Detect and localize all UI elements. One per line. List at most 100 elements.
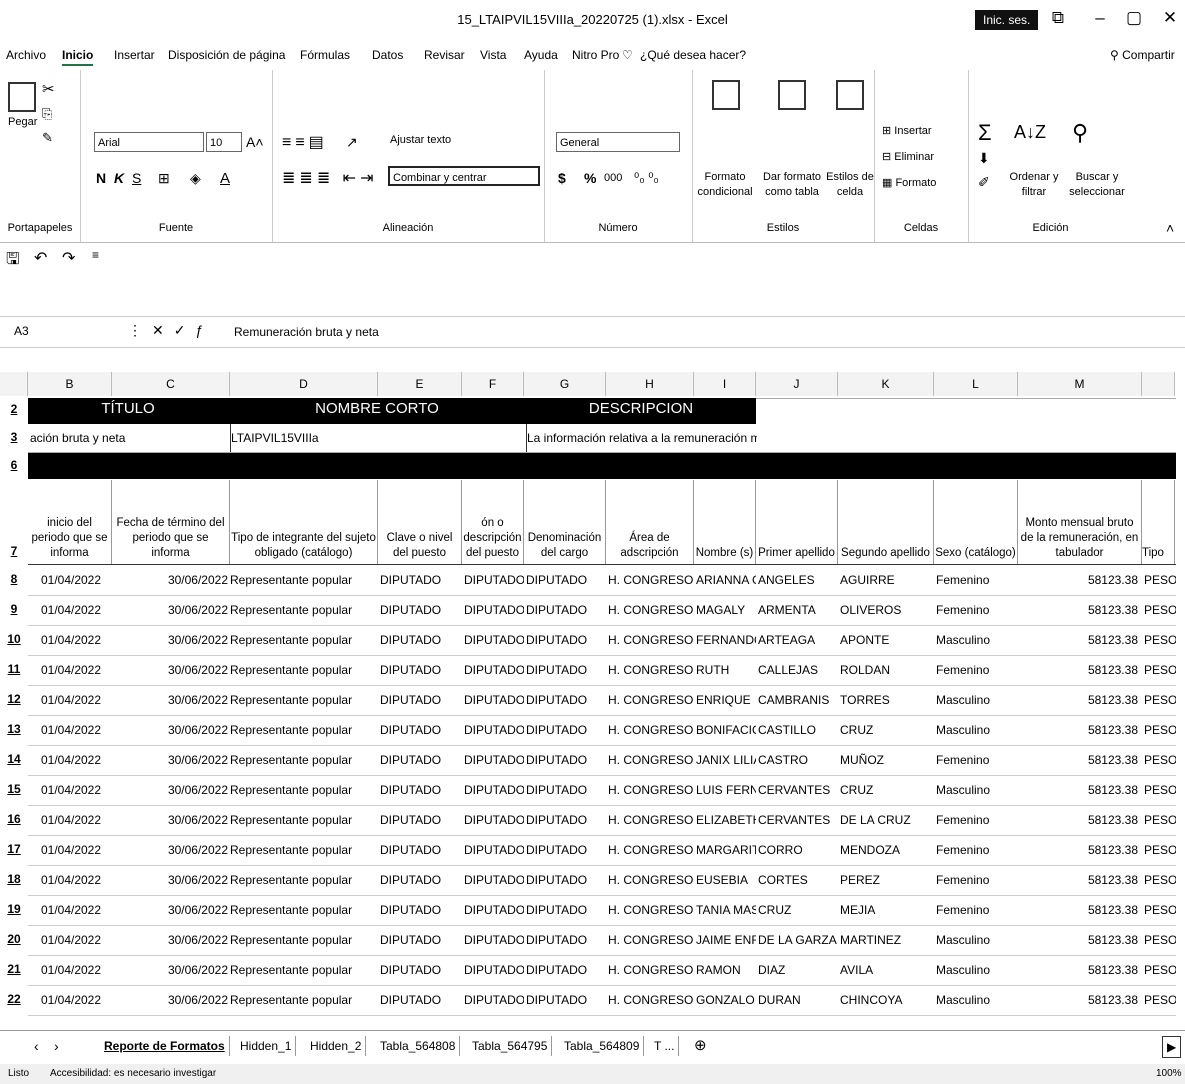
- redo-icon[interactable]: ↷: [62, 248, 75, 268]
- column-header[interactable]: E: [378, 372, 462, 396]
- cell-k[interactable]: MARTINEZ: [840, 926, 934, 954]
- cell-m[interactable]: 58123.38: [1020, 656, 1138, 684]
- cell-f[interactable]: DIPUTADO: [464, 866, 524, 894]
- sheet-tab-active[interactable]: Reporte de Formatos: [100, 1036, 230, 1056]
- cell-f[interactable]: DIPUTADO: [464, 716, 524, 744]
- cell-m[interactable]: 58123.38: [1020, 866, 1138, 894]
- cell-n2[interactable]: PESO: [1144, 926, 1176, 954]
- column-header[interactable]: K: [838, 372, 934, 396]
- cell-e[interactable]: DIPUTADO: [380, 566, 462, 594]
- row-header[interactable]: 18: [0, 872, 28, 886]
- column-header[interactable]: M: [1018, 372, 1142, 396]
- cell-l[interactable]: Femenino: [936, 866, 1018, 894]
- sheet-tab[interactable]: Hidden_1: [236, 1036, 297, 1056]
- header-tipo-integrante[interactable]: Tipo de integrante del sujeto obligado (…: [230, 480, 378, 564]
- cell-k[interactable]: ROLDAN: [840, 656, 934, 684]
- cell-h[interactable]: H. CONGRESO D: [608, 836, 694, 864]
- cell-g[interactable]: DIPUTADO: [526, 956, 606, 984]
- cell-g[interactable]: DIPUTADO: [526, 716, 606, 744]
- cell-b[interactable]: 01/04/2022: [30, 776, 112, 804]
- cell-l[interactable]: Masculino: [936, 986, 1018, 1014]
- column-header[interactable]: L: [934, 372, 1018, 396]
- cell-d[interactable]: Representante popular: [230, 686, 378, 714]
- cell-b[interactable]: 01/04/2022: [30, 986, 112, 1014]
- menu-ayuda[interactable]: Ayuda: [524, 48, 558, 62]
- cell-k[interactable]: PEREZ: [840, 866, 934, 894]
- cell-k[interactable]: DE LA CRUZ: [840, 806, 934, 834]
- cell-l[interactable]: Femenino: [936, 596, 1018, 624]
- paste-icon[interactable]: [8, 82, 36, 112]
- format-painter-icon[interactable]: ✎: [42, 130, 53, 146]
- cell-g[interactable]: DIPUTADO: [526, 926, 606, 954]
- cell-j[interactable]: ARTEAGA: [758, 626, 838, 654]
- cell-b[interactable]: 01/04/2022: [30, 596, 112, 624]
- cell-e[interactable]: DIPUTADO: [380, 926, 462, 954]
- cell-g[interactable]: DIPUTADO: [526, 656, 606, 684]
- header-nombre[interactable]: Nombre (s): [694, 480, 756, 564]
- cell-h[interactable]: H. CONGRESO D: [608, 596, 694, 624]
- cell-b[interactable]: 01/04/2022: [30, 836, 112, 864]
- cell-l[interactable]: Masculino: [936, 926, 1018, 954]
- cell-i[interactable]: GONZALO: [696, 986, 756, 1014]
- cell-n2[interactable]: PESO: [1144, 566, 1176, 594]
- autosum-icon[interactable]: Σ: [978, 120, 992, 146]
- cell-f[interactable]: DIPUTADO: [464, 656, 524, 684]
- column-header-partial[interactable]: [1142, 372, 1175, 396]
- cell-d[interactable]: Representante popular: [230, 596, 378, 624]
- cell-e[interactable]: DIPUTADO: [380, 686, 462, 714]
- percent-button[interactable]: %: [584, 170, 596, 186]
- menu-archivo[interactable]: Archivo: [6, 48, 46, 62]
- cell-c[interactable]: 30/06/2022: [112, 896, 228, 924]
- cell-i[interactable]: FERNANDO: [696, 626, 756, 654]
- cell-k[interactable]: CHINCOYA: [840, 986, 934, 1014]
- cell-f[interactable]: DIPUTADO: [464, 746, 524, 774]
- cell-d[interactable]: Representante popular: [230, 986, 378, 1014]
- cell-g[interactable]: DIPUTADO: [526, 626, 606, 654]
- cell-n2[interactable]: PESO: [1144, 806, 1176, 834]
- cell-n2[interactable]: PESO: [1144, 746, 1176, 774]
- menu-revisar[interactable]: Revisar: [424, 48, 465, 62]
- cell-j[interactable]: DIAZ: [758, 956, 838, 984]
- cell-f[interactable]: DIPUTADO: [464, 896, 524, 924]
- row-header[interactable]: 12: [0, 692, 28, 706]
- menu-nitro[interactable]: Nitro Pro: [572, 48, 619, 62]
- cell-n2[interactable]: PESO: [1144, 776, 1176, 804]
- header-sexo[interactable]: Sexo (catálogo): [934, 480, 1018, 564]
- cell-m[interactable]: 58123.38: [1020, 956, 1138, 984]
- cell-d[interactable]: Representante popular: [230, 716, 378, 744]
- cell-j[interactable]: CORTES: [758, 866, 838, 894]
- cell-c[interactable]: 30/06/2022: [112, 806, 228, 834]
- cell-m[interactable]: 58123.38: [1020, 986, 1138, 1014]
- cell-n2[interactable]: PESO: [1144, 716, 1176, 744]
- cell-k[interactable]: MUÑOZ: [840, 746, 934, 774]
- cell-h[interactable]: H. CONGRESO D: [608, 956, 694, 984]
- prev-sheet-icon[interactable]: ‹: [30, 1036, 43, 1056]
- format-button[interactable]: ▦ Formato: [882, 176, 936, 189]
- sign-in-button[interactable]: Inic. ses.: [975, 10, 1039, 30]
- cell-h[interactable]: H. CONGRESO D: [608, 986, 694, 1014]
- cell-h[interactable]: H. CONGRESO D: [608, 686, 694, 714]
- row-header[interactable]: 7: [0, 544, 28, 558]
- copy-icon[interactable]: ⎘: [42, 106, 52, 122]
- align-center-icons[interactable]: ≣≣≣ ⇤⇥: [282, 168, 377, 188]
- column-header[interactable]: H: [606, 372, 694, 396]
- cell-c[interactable]: 30/06/2022: [112, 656, 228, 684]
- cell-k[interactable]: APONTE: [840, 626, 934, 654]
- font-name-select[interactable]: Arial: [94, 132, 204, 152]
- cell-j[interactable]: CASTRO: [758, 746, 838, 774]
- fill-icon[interactable]: ⬇: [978, 150, 990, 167]
- cell-h[interactable]: H. CONGRESO D: [608, 746, 694, 774]
- cell-k[interactable]: AGUIRRE: [840, 566, 934, 594]
- cell-styles-button[interactable]: Estilos de celda: [826, 170, 874, 200]
- cell-g[interactable]: DIPUTADO: [526, 986, 606, 1014]
- cell-e[interactable]: DIPUTADO: [380, 986, 462, 1014]
- cell-f[interactable]: DIPUTADO: [464, 836, 524, 864]
- conditional-format-icon[interactable]: [712, 80, 740, 110]
- font-color-icon[interactable]: A: [220, 170, 230, 187]
- cell-j[interactable]: DE LA GARZA: [758, 926, 838, 954]
- cell-g[interactable]: DIPUTADO: [526, 836, 606, 864]
- sort-filter-icon[interactable]: A↓Z: [1014, 122, 1046, 143]
- cell-c[interactable]: 30/06/2022: [112, 866, 228, 894]
- cell-j[interactable]: CASTILLO: [758, 716, 838, 744]
- cell-m[interactable]: 58123.38: [1020, 686, 1138, 714]
